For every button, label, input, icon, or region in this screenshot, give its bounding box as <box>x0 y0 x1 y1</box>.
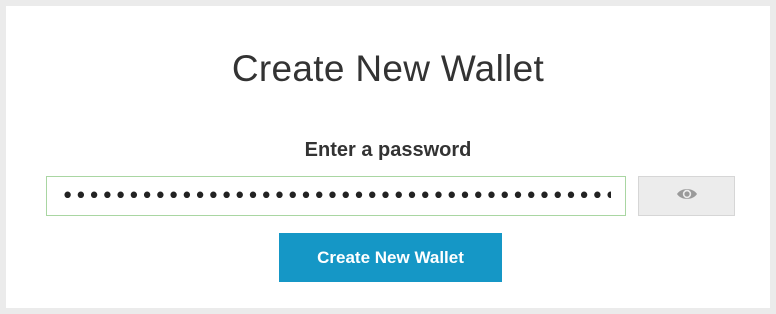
password-label: Enter a password <box>304 139 472 161</box>
page-title: Create New Wallet <box>231 48 545 89</box>
password-input[interactable] <box>46 176 626 216</box>
toggle-password-visibility-button[interactable] <box>638 176 735 216</box>
create-new-wallet-button[interactable]: Create New Wallet <box>279 233 502 282</box>
create-wallet-panel: Create New Wallet Enter a password Creat… <box>6 6 770 308</box>
eye-icon <box>676 186 698 207</box>
